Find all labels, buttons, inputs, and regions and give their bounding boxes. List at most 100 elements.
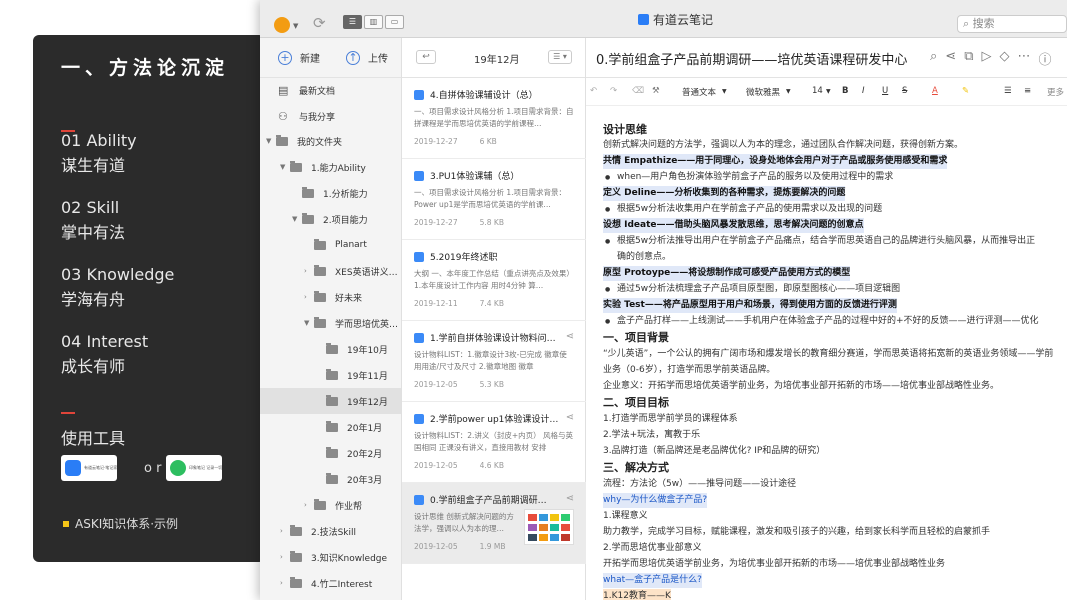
sidebar-item-19-11[interactable]: 19年11月 (326, 362, 388, 388)
highlighted-paragraph: 1.K12教育——K (603, 589, 671, 600)
more-icon[interactable]: ⋯ (1017, 49, 1030, 68)
share-icon[interactable]: ⋖ (566, 331, 574, 342)
note-title-field[interactable]: 0.学前组盒子产品前期调研——培优英语课程研发中心 (596, 49, 907, 68)
heading: 一、项目背景 (603, 331, 669, 344)
chevron-down-icon[interactable]: ▼ (304, 319, 314, 327)
info-icon[interactable]: ⓘ (1038, 49, 1051, 68)
paragraph: 流程：方法论（5w）——推导问题——设计途径 (603, 479, 797, 489)
view-split-button[interactable]: ▥ (364, 15, 383, 29)
editor-header: 0.学前组盒子产品前期调研——培优英语课程研发中心 ⌕ ⋖ ⧉ ▷ ◇ ⋯ ⓘ (586, 38, 1067, 78)
sidebar-item-interest[interactable]: › 4.竹二Interest (280, 570, 372, 596)
back-arrow-icon[interactable]: ↩ (416, 50, 436, 64)
note-icon (414, 494, 424, 505)
view-list-button[interactable]: ☰ (343, 15, 362, 29)
text-color-button[interactable]: A (932, 86, 938, 96)
chevron-down-icon[interactable]: ▼ (280, 163, 290, 171)
folder-icon (290, 524, 302, 536)
chevron-right-icon[interactable]: › (280, 527, 290, 535)
copy-icon[interactable]: ⧉ (964, 49, 973, 68)
section-cn: 学海有舟 (61, 290, 126, 309)
sidebar-item-xes[interactable]: › XES英语讲义… (304, 258, 398, 284)
format-painter-icon[interactable]: ⚒ (652, 86, 660, 96)
tree-label: 与我分享 (299, 112, 336, 123)
bullet-item: 根据5w分析法收集用户在学前盒子产品的使用需求以及出现的问题 (603, 202, 882, 217)
sidebar-item-recent[interactable]: ▤ 最新文档 (278, 77, 335, 103)
share-icon[interactable]: ⋖ (945, 49, 956, 68)
section-interest: 04 Interest 成长有师 (61, 332, 148, 377)
note-item[interactable]: 4.自拼体验课辅设计（总） 一、项目需求设计风格分析 1.项目需求背景：自拼课程… (402, 78, 586, 159)
highlight-button[interactable]: ✎ (962, 86, 969, 96)
sidebar-item-project[interactable]: ▼ 2.项目能力 (292, 206, 368, 232)
chevron-right-icon[interactable]: › (304, 293, 314, 301)
search-input[interactable]: ⌕ 搜索 (957, 15, 1067, 33)
chevron-down-icon[interactable]: ▼ (292, 215, 302, 223)
strikethrough-button[interactable]: S (902, 86, 907, 96)
sidebar-item-analysis[interactable]: 1.分析能力 (302, 180, 368, 206)
numbered-list-icon[interactable]: ≡ (1024, 86, 1031, 96)
sidebar-item-ability[interactable]: ▼ 1.能力Ability (280, 154, 366, 180)
share-icon[interactable]: ⋖ (566, 493, 574, 504)
chevron-down-icon[interactable]: ▼ (293, 22, 298, 30)
paragraph-style-select[interactable]: 普通文本 (682, 86, 716, 98)
tag-icon[interactable]: ◇ (999, 49, 1009, 68)
note-snippet: 设计物料LIST：1.徽章设计3枚-已完成 徽章使用用途/尺寸及尺寸 2.徽章地… (414, 350, 567, 371)
redo-icon[interactable]: ↷ (610, 86, 617, 96)
sidebar-item-my-folders[interactable]: ▼ 我的文件夹 (266, 128, 342, 154)
undo-icon[interactable]: ↶ (590, 86, 597, 96)
note-item[interactable]: 2.学前power up1体验课设计… ⋖ 设计物料LIST：2.讲义（封皮+内… (402, 402, 586, 483)
sidebar-item-19-12[interactable]: 19年12月 (260, 388, 401, 414)
sidebar-actions: + 新建 ↑ 上传 (260, 38, 401, 78)
more-button[interactable]: 更多 (1047, 86, 1064, 98)
note-title: 1.学前自拼体验课设计物料问… (414, 331, 556, 344)
highlighted-paragraph: 共情 Empathize——用于同理心，设身处地体会用户对于产品或服务使用感受和… (603, 154, 948, 169)
sidebar-item-zuoyebang[interactable]: › 作业帮 (304, 492, 362, 518)
folder-icon (302, 212, 314, 224)
sidebar-item-planart[interactable]: Planart (314, 232, 367, 258)
sidebar-item-20-2[interactable]: 20年2月 (326, 440, 382, 466)
sidebar-item-tal[interactable]: › 好未来 (304, 284, 362, 310)
search-icon[interactable]: ⌕ (930, 49, 937, 68)
chevron-right-icon[interactable]: › (304, 501, 314, 509)
sidebar-item-knowledge[interactable]: › 3.知识Knowledge (280, 544, 387, 570)
font-size-select[interactable]: 14 (812, 86, 823, 96)
sidebar-item-shared[interactable]: ⚇ 与我分享 (278, 103, 335, 129)
bullet-list-icon[interactable]: ☰ (1004, 86, 1012, 96)
chevron-down-icon[interactable]: ▼ (722, 88, 727, 95)
italic-button[interactable]: I (862, 86, 865, 96)
chevron-right-icon[interactable]: › (304, 267, 314, 275)
font-select[interactable]: 微软雅黑 (746, 86, 780, 98)
note-item-selected[interactable]: 0.学前组盒子产品前期调研… ⋖ 设计思维 创新式解决问题的方法学，强调以人为本… (402, 483, 586, 564)
note-item[interactable]: 1.学前自拼体验课设计物料问… ⋖ 设计物料LIST：1.徽章设计3枚-已完成 … (402, 321, 586, 402)
note-item[interactable]: 3.PU1体验课辅（总） 一、项目需求设计风格分析 1.项目需求背景：Power… (402, 159, 586, 240)
note-editor: 0.学前组盒子产品前期调研——培优英语课程研发中心 ⌕ ⋖ ⧉ ▷ ◇ ⋯ ⓘ … (586, 38, 1067, 600)
note-size: 4.6 KB (479, 461, 504, 470)
note-item[interactable]: 5.2019年终述职 大纲 一、本年度工作总结（重点讲亮点及效果）1.本年度设计… (402, 240, 586, 321)
play-icon[interactable]: ▷ (981, 49, 991, 68)
panel-title: 一、方法论沉淀 (61, 57, 230, 79)
note-title: 3.PU1体验课辅（总） (414, 169, 519, 182)
screenshot-root: { "panel":{"title":"一、方法论沉淀", "sections"… (0, 0, 1067, 600)
sync-icon[interactable]: ⟳ (313, 14, 326, 32)
new-button[interactable]: + 新建 (278, 50, 320, 65)
sidebar-item-skill[interactable]: › 2.技法Skill (280, 518, 356, 544)
sidebar-item-20-1[interactable]: 20年1月 (326, 414, 382, 440)
chevron-right-icon[interactable]: › (280, 579, 290, 587)
underline-button[interactable]: U (882, 86, 888, 96)
chevron-down-icon[interactable]: ▼ (826, 88, 831, 95)
share-icon[interactable]: ⋖ (566, 412, 574, 423)
sort-button[interactable]: ☰ ▾ (548, 50, 572, 64)
paragraph: 创新式解决问题的方法学，强调以人为本的理念，通过团队合作解决问题，获得创新方案。 (603, 140, 964, 150)
upload-button[interactable]: ↑ 上传 (346, 50, 388, 65)
eraser-icon[interactable]: ⌫ (632, 86, 644, 96)
folder-icon (314, 290, 326, 302)
avatar[interactable] (274, 17, 290, 33)
chevron-down-icon[interactable]: ▼ (266, 137, 276, 145)
view-single-button[interactable]: ▭ (385, 15, 404, 29)
note-date: 2019-12-11 (414, 299, 458, 308)
chevron-right-icon[interactable]: › (280, 553, 290, 561)
sidebar-item-19-10[interactable]: 19年10月 (326, 336, 388, 362)
bold-button[interactable]: B (842, 86, 848, 96)
chevron-down-icon[interactable]: ▼ (786, 88, 791, 95)
sidebar-item-20-3[interactable]: 20年3月 (326, 466, 382, 492)
sidebar-item-xueersi[interactable]: ▼ 学而思培优英… (304, 310, 398, 336)
